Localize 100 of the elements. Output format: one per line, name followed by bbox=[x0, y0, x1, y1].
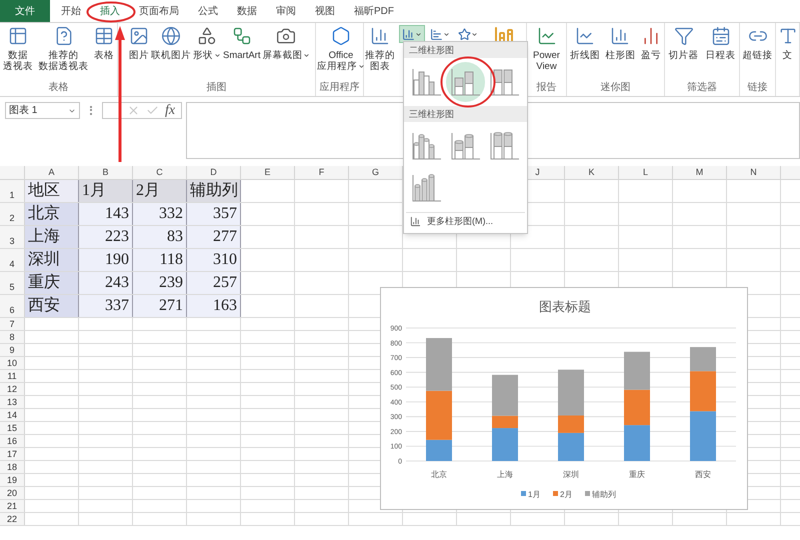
column-header[interactable]: K bbox=[565, 166, 619, 179]
table-cell: 辅助列 bbox=[187, 180, 241, 202]
ribbon-button[interactable]: Office 应用程序 bbox=[316, 23, 366, 81]
ribbon-button[interactable]: 数据 透视表 bbox=[2, 23, 34, 81]
ribbon-tab[interactable]: 数据 bbox=[229, 0, 265, 22]
column-header[interactable]: M bbox=[673, 166, 727, 179]
row-header[interactable]: 1 bbox=[0, 180, 25, 202]
table-cell: 西安 bbox=[25, 295, 79, 317]
column-header[interactable]: E bbox=[241, 166, 295, 179]
table-cell: 2月 bbox=[133, 180, 187, 202]
hexagon-icon bbox=[331, 26, 351, 46]
column-header[interactable]: L bbox=[619, 166, 673, 179]
more-charts-item[interactable]: 更多柱形图(M)... bbox=[404, 213, 499, 230]
ribbon-tab[interactable]: 文件 bbox=[0, 0, 50, 22]
table-cell: 332 bbox=[133, 203, 187, 225]
name-box[interactable]: 图表 1 bbox=[5, 102, 80, 119]
column-header[interactable]: C bbox=[133, 166, 187, 179]
ribbon-button[interactable]: 日程表 bbox=[704, 23, 736, 81]
row-header[interactable]: 4 bbox=[0, 249, 25, 271]
chart-type-button[interactable] bbox=[399, 25, 425, 43]
table-cell: 239 bbox=[133, 272, 187, 294]
column-header[interactable]: D bbox=[187, 166, 241, 179]
row-header[interactable]: 15 bbox=[0, 422, 25, 434]
ribbon-button[interactable]: 形状 bbox=[192, 23, 222, 81]
ribbon-tab[interactable]: 审阅 bbox=[268, 0, 304, 22]
table-cell: 地区 bbox=[25, 180, 79, 202]
ribbon-tab[interactable]: 页面布局 bbox=[131, 0, 187, 22]
row-header[interactable]: 13 bbox=[0, 396, 25, 408]
row-header[interactable]: 19 bbox=[0, 474, 25, 486]
category-label: 深圳 bbox=[563, 470, 579, 479]
ribbon-button[interactable]: Power View bbox=[532, 23, 561, 81]
ribbon-button[interactable]: 推荐的 图表 bbox=[364, 23, 396, 96]
chart-type-option[interactable] bbox=[446, 62, 485, 102]
chart-bar bbox=[690, 411, 716, 461]
ribbon-button[interactable]: 推荐的 数据透视表 bbox=[38, 23, 90, 81]
category-label: 重庆 bbox=[629, 470, 645, 479]
row-header[interactable]: 7 bbox=[0, 318, 25, 330]
row-header[interactable]: 22 bbox=[0, 513, 25, 525]
ribbon-tab[interactable]: 开始 bbox=[53, 0, 89, 22]
ribbon-tab[interactable]: 福昕PDF bbox=[346, 0, 402, 22]
row-header[interactable]: 16 bbox=[0, 435, 25, 447]
row-header[interactable]: 21 bbox=[0, 500, 25, 512]
ribbon-button[interactable]: 折线图 bbox=[568, 23, 601, 81]
caret-icon bbox=[415, 30, 422, 38]
insert-function-button[interactable]: fx bbox=[165, 104, 176, 118]
annotation-ellipse bbox=[86, 1, 136, 23]
ribbon-button[interactable]: 图片 bbox=[128, 23, 150, 81]
ribbon-button[interactable]: 柱形图 bbox=[604, 23, 636, 81]
column-header[interactable]: F bbox=[295, 166, 349, 179]
legend-swatch bbox=[553, 491, 558, 496]
ribbon-button[interactable]: 切片器 bbox=[668, 23, 700, 81]
row-header[interactable]: 12 bbox=[0, 383, 25, 395]
ribbon-button[interactable]: 表格 bbox=[93, 23, 115, 81]
group-caption: 链接 bbox=[746, 81, 768, 95]
line-chart-icon bbox=[536, 26, 556, 46]
document-question-icon bbox=[54, 26, 74, 46]
ribbon-button[interactable]: 联机图片 bbox=[150, 23, 192, 81]
row-header[interactable]: 6 bbox=[0, 295, 25, 317]
table-cell: 重庆 bbox=[25, 272, 79, 294]
group-caption: 筛选器 bbox=[686, 81, 718, 95]
table-cell: 357 bbox=[187, 203, 241, 225]
group-caption: 应用程序 bbox=[318, 81, 360, 95]
table-cell: 1月 bbox=[79, 180, 133, 202]
row-header[interactable]: 5 bbox=[0, 272, 25, 294]
table-cell: 257 bbox=[187, 272, 241, 294]
ribbon-tab[interactable]: 公式 bbox=[190, 0, 226, 22]
ribbon-button[interactable]: 屏幕截图 bbox=[261, 23, 312, 81]
table-cell: 190 bbox=[79, 249, 133, 271]
column-header[interactable]: N bbox=[727, 166, 781, 179]
table-cell: 223 bbox=[79, 226, 133, 248]
slicer-icon bbox=[674, 26, 694, 46]
group-caption: 报告 bbox=[536, 81, 558, 95]
row-header[interactable]: 2 bbox=[0, 203, 25, 225]
menu-section-title: 三维柱形图 bbox=[404, 106, 527, 122]
picture-icon bbox=[129, 26, 149, 46]
row-header[interactable]: 10 bbox=[0, 357, 25, 369]
row-header[interactable]: 11 bbox=[0, 370, 25, 382]
row-header[interactable]: 17 bbox=[0, 448, 25, 460]
ribbon-button[interactable]: 盈亏 bbox=[640, 23, 662, 81]
row-header[interactable]: 9 bbox=[0, 344, 25, 356]
ribbon-tab[interactable]: 视图 bbox=[307, 0, 343, 22]
shapes-icon bbox=[197, 26, 217, 46]
chart-bar bbox=[624, 390, 650, 426]
ribbon-button[interactable]: 文 bbox=[776, 23, 798, 96]
table-icon bbox=[94, 26, 114, 46]
column-header[interactable]: A bbox=[25, 166, 79, 179]
row-header[interactable]: 3 bbox=[0, 226, 25, 248]
row-header[interactable]: 14 bbox=[0, 409, 25, 421]
chart-bar bbox=[624, 425, 650, 461]
annotation-circle bbox=[440, 56, 496, 108]
row-header[interactable]: 18 bbox=[0, 461, 25, 473]
row-header[interactable]: 8 bbox=[0, 331, 25, 343]
column-header[interactable]: B bbox=[79, 166, 133, 179]
table-cell: 277 bbox=[187, 226, 241, 248]
ribbon-button[interactable]: 超链接 bbox=[742, 23, 774, 81]
calendar-icon bbox=[710, 26, 730, 46]
row-header[interactable]: 20 bbox=[0, 487, 25, 499]
star-chart-icon bbox=[458, 28, 471, 40]
ribbon-button[interactable]: SmartArt bbox=[222, 23, 262, 81]
column-chart-icon bbox=[410, 216, 421, 228]
